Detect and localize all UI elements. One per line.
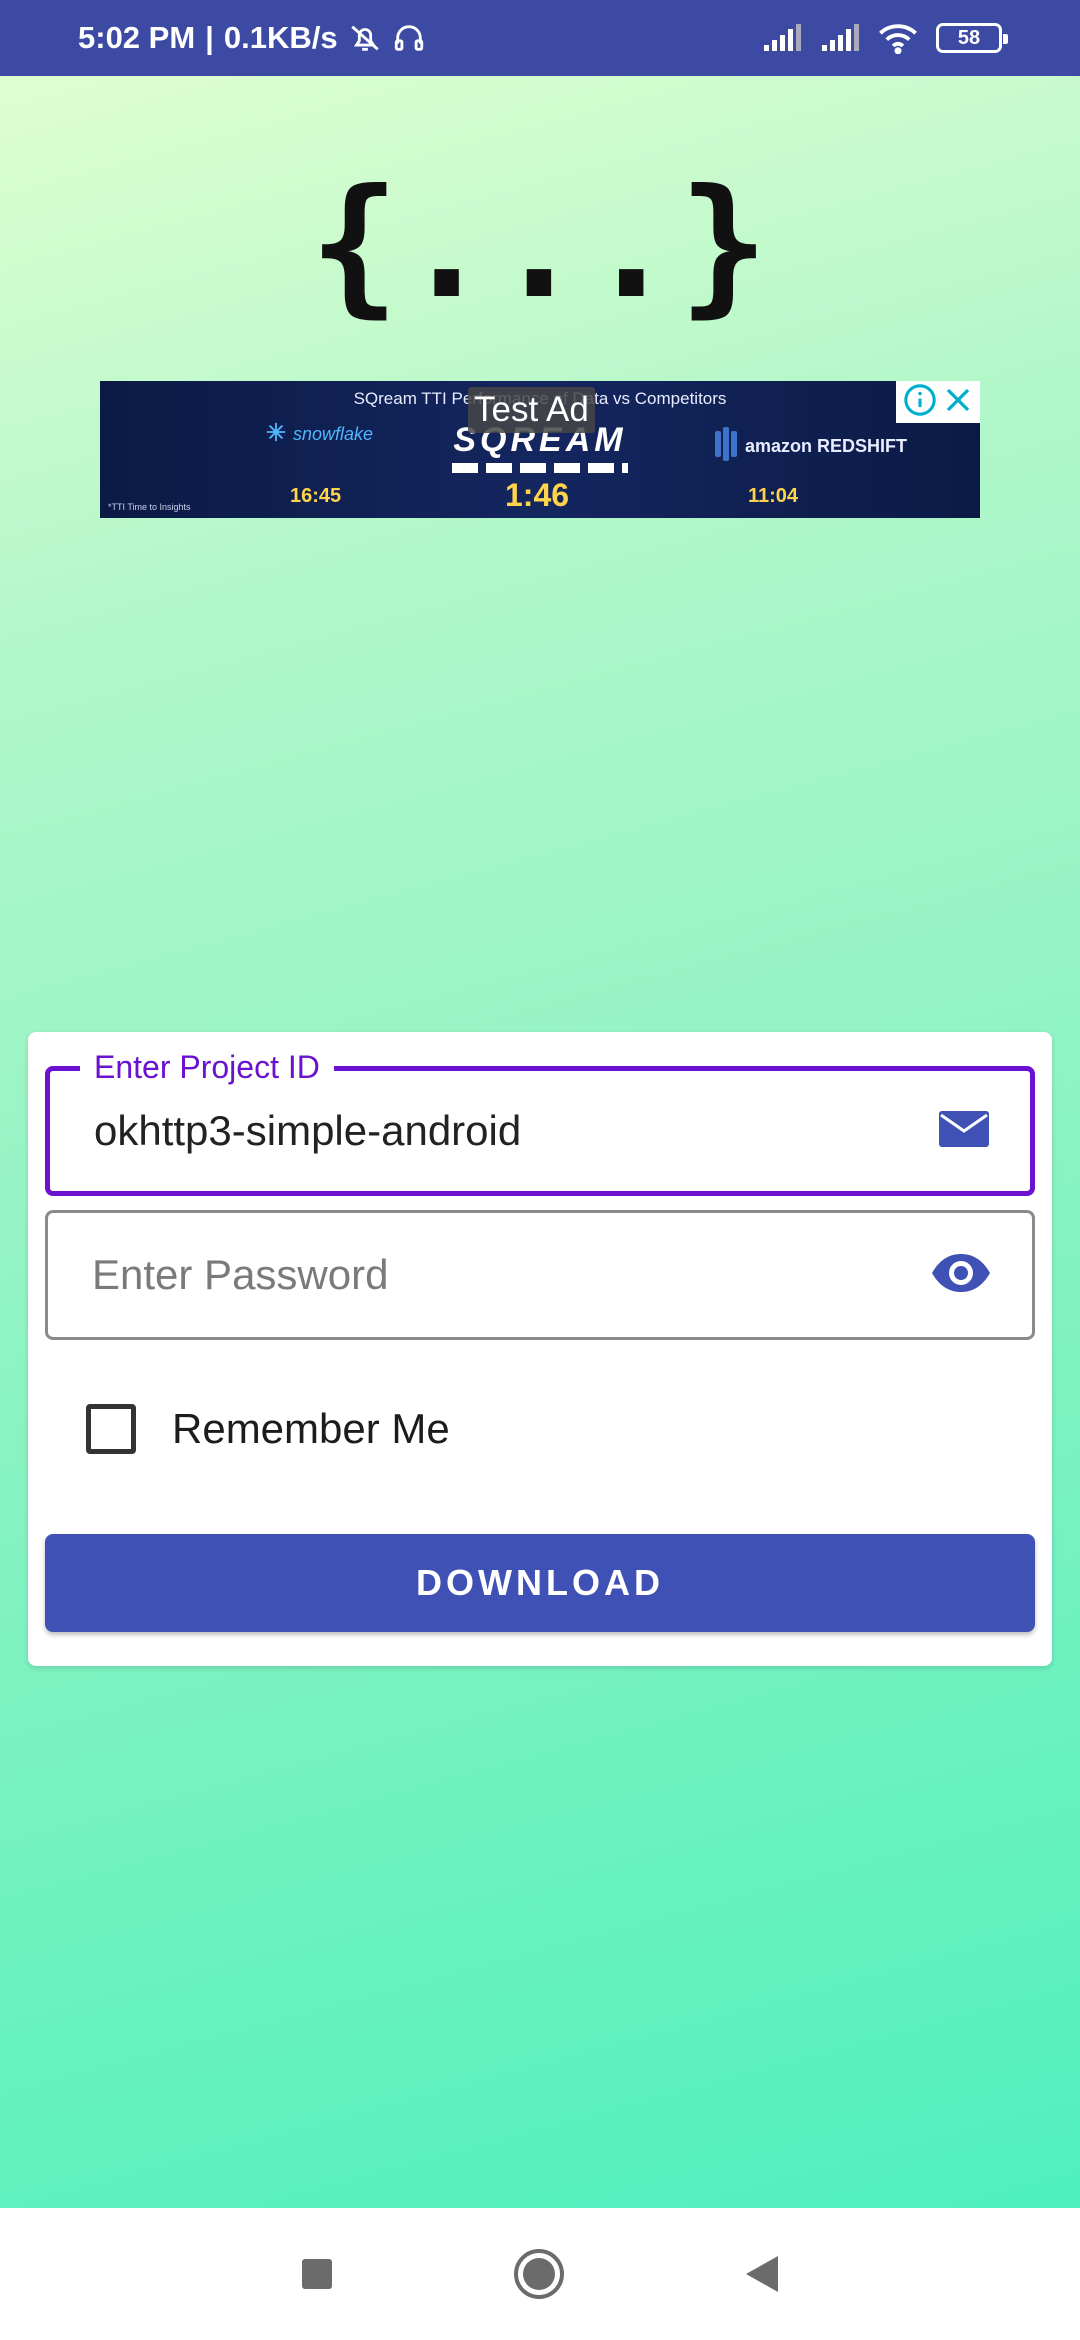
project-id-field[interactable]: Enter Project ID okhttp3-simple-android	[45, 1049, 1035, 1196]
project-id-label: Enter Project ID	[80, 1049, 334, 1086]
battery-icon: 58	[936, 23, 1008, 53]
battery-level: 58	[957, 26, 981, 49]
ad-brand-right: amazon REDSHIFT	[715, 427, 907, 466]
recents-icon[interactable]	[300, 2257, 334, 2291]
snowflake-icon	[265, 421, 287, 448]
info-icon[interactable]	[903, 383, 937, 422]
status-separator: |	[205, 20, 214, 55]
download-button[interactable]: DOWNLOAD	[45, 1534, 1035, 1632]
bell-muted-icon	[348, 21, 382, 55]
ad-time-left: 16:45	[290, 485, 342, 507]
ad-controls	[896, 381, 980, 423]
navigation-bar	[0, 2208, 1080, 2340]
signal-icon	[762, 23, 802, 53]
status-right: 58	[762, 22, 1008, 54]
close-icon[interactable]	[943, 385, 973, 420]
remember-me-checkbox[interactable]	[86, 1404, 136, 1454]
login-card: Enter Project ID okhttp3-simple-android …	[28, 1032, 1052, 1666]
headset-icon	[392, 21, 426, 55]
status-time: 5:02 PM	[78, 20, 196, 55]
ad-banner[interactable]: SQream TTI Performance of Data vs Compet…	[100, 381, 980, 518]
wifi-icon	[878, 22, 918, 54]
ad-stripes	[452, 463, 628, 473]
ad-time-center: 1:46	[505, 477, 570, 513]
ad-footnote: *TTI Time to Insights	[108, 502, 191, 512]
ad-brand-right-text: amazon REDSHIFT	[745, 436, 908, 456]
signal-icon	[820, 23, 860, 53]
ad-label: Test Ad	[468, 387, 595, 433]
ad-brand-left: snowflake	[265, 421, 373, 448]
ad-time-right: 11:04	[748, 485, 799, 507]
password-field[interactable]: Enter Password	[45, 1210, 1035, 1340]
app-logo: {...}	[309, 158, 771, 332]
status-left: 5:02 PM | 0.1KB/s	[78, 20, 426, 56]
back-icon[interactable]	[744, 2254, 780, 2294]
ad-brand-left-text: snowflake	[293, 424, 374, 444]
email-icon	[938, 1109, 990, 1154]
status-bar: 5:02 PM | 0.1KB/s 58	[0, 0, 1080, 76]
database-icon	[715, 427, 737, 466]
remember-me-row[interactable]: Remember Me	[86, 1404, 450, 1454]
remember-me-label[interactable]: Remember Me	[172, 1405, 450, 1453]
password-input[interactable]: Enter Password	[92, 1251, 930, 1299]
project-id-input[interactable]: okhttp3-simple-android	[94, 1107, 938, 1155]
home-icon[interactable]	[512, 2247, 566, 2301]
eye-icon[interactable]	[930, 1252, 992, 1299]
status-speed: 0.1KB/s	[223, 20, 338, 55]
